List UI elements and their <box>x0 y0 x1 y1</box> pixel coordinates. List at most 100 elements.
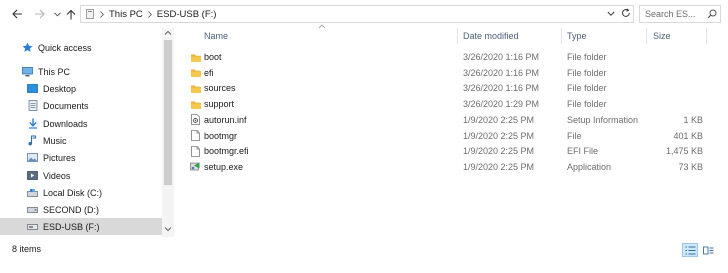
file-type: File <box>567 130 582 141</box>
file-name: bootmgr <box>204 130 238 141</box>
large-icons-view-button[interactable] <box>700 243 716 257</box>
sort-ascending-icon <box>318 24 326 29</box>
sidebar-item-quick-access[interactable]: Quick access <box>22 39 176 56</box>
forward-button[interactable] <box>32 7 46 21</box>
column-divider[interactable] <box>706 28 707 44</box>
file-name: efi <box>204 67 214 78</box>
sidebar-item-second-d[interactable]: SECOND (D:) <box>27 201 176 218</box>
sidebar-item-downloads[interactable]: Downloads <box>27 115 176 132</box>
file-type: File folder <box>567 52 607 62</box>
sidebar-item-desktop[interactable]: Desktop <box>27 80 176 97</box>
file-size: 1,475 KB <box>665 146 703 157</box>
sidebar-item-documents[interactable]: Documents <box>27 97 176 114</box>
refresh-icon[interactable] <box>621 8 631 20</box>
folder-icon <box>190 98 201 110</box>
column-header-size[interactable]: Size <box>653 31 671 41</box>
file-date: 3/26/2020 1:29 PM <box>463 99 540 110</box>
file-size: 73 KB <box>678 161 703 172</box>
file-icon <box>190 130 201 142</box>
file-type: File folder <box>567 83 607 94</box>
scroll-up-icon[interactable] <box>164 30 172 36</box>
up-button[interactable] <box>64 7 78 21</box>
sidebar-item-videos[interactable]: Videos <box>27 167 176 184</box>
file-date: 3/26/2020 1:16 PM <box>463 52 540 62</box>
details-view-icon <box>685 246 695 254</box>
file-type: File folder <box>567 99 607 110</box>
file-size: 401 KB <box>673 130 703 141</box>
file-row[interactable]: setup.exe 1/9/2020 2:25 PM Application 7… <box>176 160 706 176</box>
column-divider[interactable] <box>561 28 562 44</box>
arrow-up-icon <box>66 9 76 19</box>
file-name: sources <box>204 83 236 94</box>
search-box[interactable]: Search ES... <box>639 5 721 23</box>
file-row[interactable]: boot 3/26/2020 1:16 PM File folder <box>176 50 706 66</box>
column-divider[interactable] <box>646 28 647 44</box>
search-icon <box>707 9 717 19</box>
address-bar[interactable]: This PC ESD-USB (F:) <box>80 5 634 23</box>
file-date: 1/9/2020 2:25 PM <box>463 114 535 125</box>
music-icon <box>27 135 38 146</box>
breadcrumb-chevron-icon[interactable] <box>147 10 152 18</box>
file-row[interactable]: sources 3/26/2020 1:16 PM File folder <box>176 81 706 97</box>
computer-icon <box>22 66 33 77</box>
sidebar-item-pictures[interactable]: Pictures <box>27 149 176 166</box>
file-type: File folder <box>567 67 607 78</box>
recent-locations-button[interactable] <box>50 7 64 21</box>
column-header-row: Name Date modified Type Size <box>176 24 728 46</box>
back-button[interactable] <box>10 7 24 21</box>
column-header-date-modified[interactable]: Date modified <box>463 31 519 41</box>
item-count: 8 items <box>12 244 42 254</box>
sidebar-item-this-pc[interactable]: This PC <box>22 63 176 80</box>
folder-icon <box>190 82 201 94</box>
setup-exe-icon <box>190 161 201 173</box>
folder-icon <box>190 67 201 79</box>
folder-icon <box>190 51 201 63</box>
file-row[interactable]: bootmgr 1/9/2020 2:25 PM File 401 KB <box>176 129 706 145</box>
sidebar-item-local-disk-c[interactable]: Local Disk (C:) <box>27 184 176 201</box>
scrollbar-thumb[interactable] <box>164 40 172 185</box>
column-header-name[interactable]: Name <box>204 31 228 41</box>
details-view-button[interactable] <box>682 243 698 257</box>
videos-icon <box>27 170 38 181</box>
breadcrumb-chevron-icon[interactable] <box>100 10 104 18</box>
settings-file-icon <box>190 114 201 126</box>
file-date: 3/26/2020 1:16 PM <box>463 83 540 94</box>
download-icon <box>27 118 38 129</box>
search-input[interactable]: Search ES... <box>645 9 696 19</box>
file-name: setup.exe <box>204 161 244 172</box>
sidebar-item-esd-usb-f[interactable]: ESD-USB (F:) <box>0 218 162 235</box>
sidebar-scrollbar[interactable] <box>162 28 174 237</box>
drive-icon <box>27 204 38 215</box>
scroll-down-icon[interactable] <box>164 226 172 232</box>
chevron-down-icon <box>53 11 61 17</box>
breadcrumb-this-pc[interactable]: This PC <box>109 9 143 20</box>
file-size: 1 KB <box>683 114 703 125</box>
address-history-chevron-icon[interactable] <box>607 9 615 19</box>
drive-icon <box>27 187 38 198</box>
status-bar: 8 items <box>0 237 728 273</box>
desktop-icon <box>27 83 38 94</box>
file-date: 3/26/2020 1:16 PM <box>463 67 540 78</box>
file-date: 1/9/2020 2:25 PM <box>463 130 535 141</box>
file-type: EFI File <box>567 146 599 157</box>
usb-drive-icon <box>27 221 38 232</box>
file-row[interactable]: efi 3/26/2020 1:16 PM File folder <box>176 66 706 82</box>
breadcrumb-current-drive[interactable]: ESD-USB (F:) <box>157 9 217 20</box>
file-name: boot <box>204 52 222 62</box>
drive-icon <box>86 9 95 19</box>
documents-icon <box>27 100 38 111</box>
file-name: support <box>204 99 235 110</box>
file-row[interactable]: bootmgr.efi 1/9/2020 2:25 PM EFI File 1,… <box>176 144 706 160</box>
sidebar-item-music[interactable]: Music <box>27 132 176 149</box>
navigation-pane: Quick access This PC Desktop Documents D… <box>0 28 176 237</box>
file-name: autorun.inf <box>204 114 247 125</box>
file-row[interactable]: support 3/26/2020 1:29 PM File folder <box>176 97 706 113</box>
column-header-type[interactable]: Type <box>567 31 587 41</box>
file-icon <box>190 145 201 157</box>
file-name: bootmgr.efi <box>204 146 249 157</box>
pictures-icon <box>27 152 38 163</box>
large-icons-view-icon <box>702 246 713 254</box>
column-divider[interactable] <box>457 28 458 44</box>
file-row[interactable]: autorun.inf 1/9/2020 2:25 PM Setup Infor… <box>176 113 706 129</box>
arrow-right-icon <box>34 9 45 19</box>
